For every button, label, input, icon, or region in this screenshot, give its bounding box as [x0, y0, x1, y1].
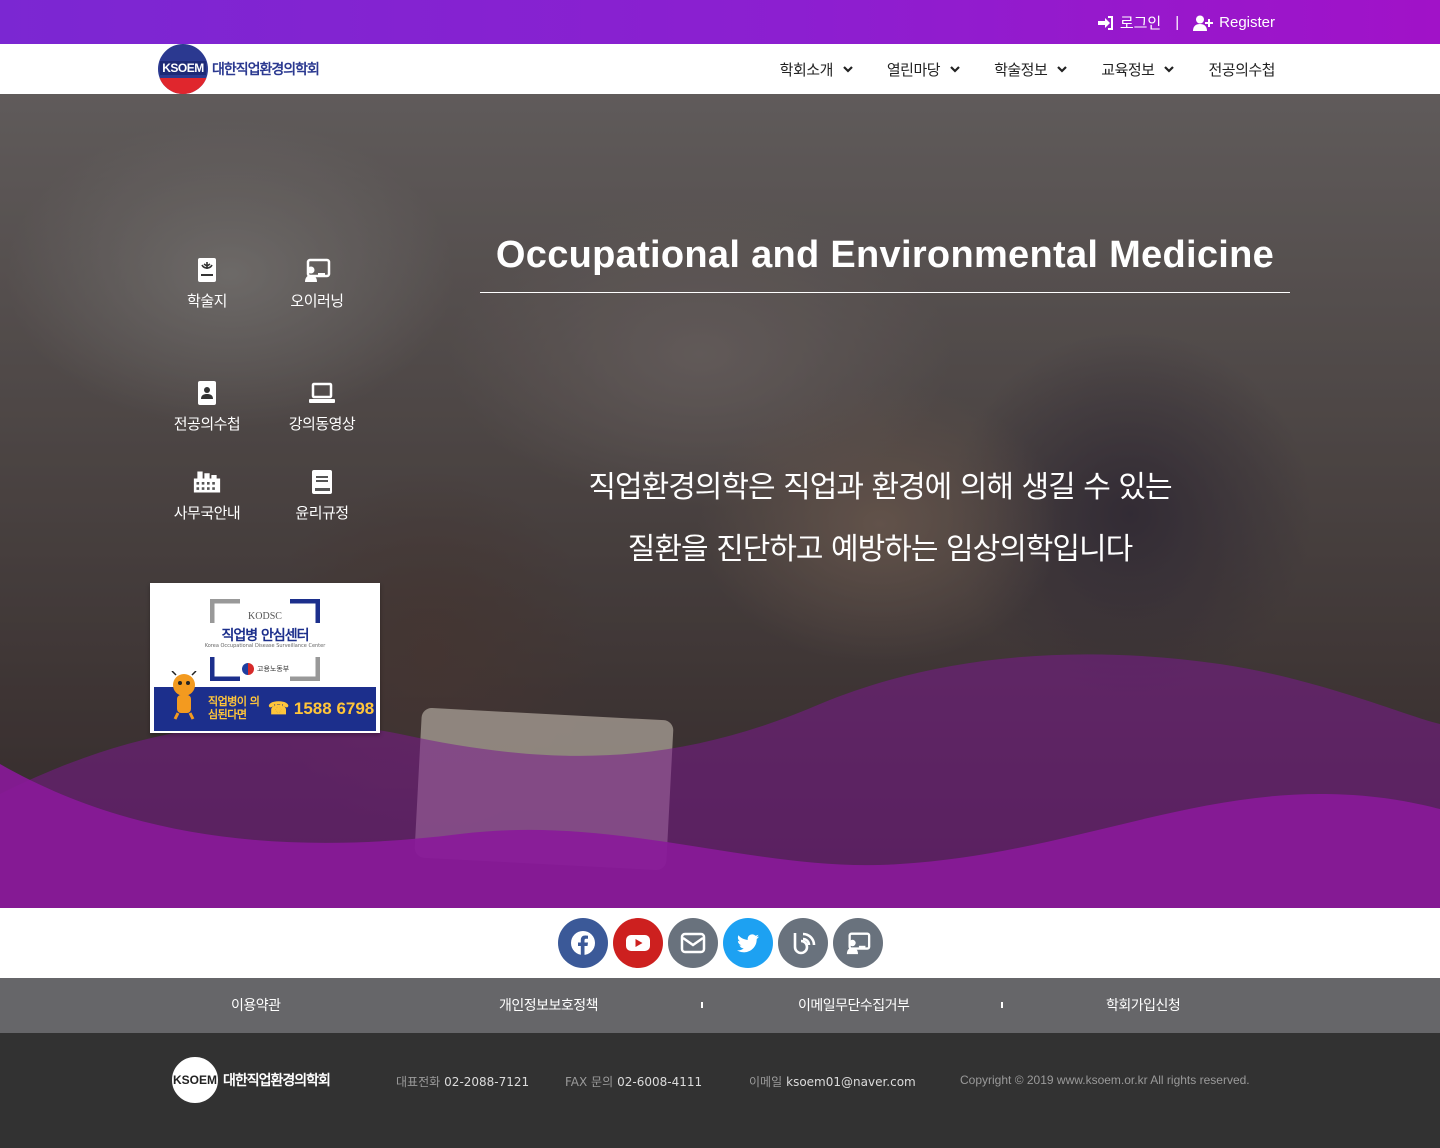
logo-badge-text: KSOEM [160, 61, 206, 75]
quick-link-lecture-videos[interactable]: 강의동영상 [267, 379, 377, 434]
quick-link-resident-handbook[interactable]: 전공의수첩 [152, 379, 262, 434]
phone-label: 대표전화 [396, 1075, 441, 1089]
nav-label: 열린마당 [886, 60, 941, 79]
hero-title: Occupational and Environmental Medicine [495, 234, 1275, 276]
login-label: 로그인 [1119, 15, 1162, 32]
hero-subtitle-line2: 질환을 진단하고 예방하는 임상의학입니다 [627, 532, 1133, 567]
social-bar [0, 908, 1440, 978]
email-collection-refusal-link[interactable]: 이메일무단수집거부 [798, 995, 910, 1015]
banner-subtitle: Korea Occupational Disease Surveillance … [204, 643, 326, 649]
e-learning-button[interactable] [832, 918, 883, 968]
nav-item-resident-handbook[interactable]: 전공의수첩 [1208, 59, 1275, 80]
email-value[interactable]: ksoem01@naver.com [786, 1075, 916, 1089]
nav-label: 교육정보 [1101, 60, 1155, 79]
nav-label: 전공의수첩 [1208, 60, 1275, 79]
banner-title: 직업병 안심센터 [221, 628, 309, 644]
logo-name: 대한직업환경의학회 [212, 62, 320, 78]
youtube-icon [625, 935, 650, 951]
login-link[interactable]: 로그인 [1097, 12, 1162, 33]
footer-logo-name: 대한직업환경의학회 [223, 1073, 331, 1089]
footer-logo-emblem: KSOEM [170, 1055, 220, 1105]
top-separator: | [1175, 14, 1180, 31]
blog-icon [793, 932, 815, 955]
footer-logo[interactable]: KSOEM 대한직업환경의학회 [170, 1055, 331, 1105]
mascot-icon [171, 671, 197, 720]
quick-link-office-guide[interactable]: 사무국안내 [152, 468, 262, 523]
register-link[interactable]: Register [1193, 14, 1275, 31]
twitter-button[interactable] [722, 918, 773, 968]
resident-handbook-icon [198, 381, 216, 405]
email-button[interactable] [667, 918, 718, 968]
membership-application-link[interactable]: 학회가입신청 [1106, 995, 1181, 1015]
terms-link[interactable]: 이용약관 [231, 995, 281, 1015]
taegeuk-icon [242, 663, 254, 675]
site-logo[interactable]: KSOEM 대한직업환경의학회 [158, 44, 320, 94]
chevron-down-icon [1164, 66, 1175, 73]
main-header: KSOEM 대한직업환경의학회 학회소개 열린마당 학술정보 교육정보 전공의수… [0, 44, 1440, 94]
hero-section: Occupational and Environmental Medicine … [0, 94, 1440, 908]
logo-emblem: KSOEM [158, 44, 208, 94]
banner-org: KODSC [248, 611, 282, 622]
e-learning-icon [305, 258, 331, 282]
chevron-down-icon [843, 66, 853, 73]
kodsc-banner[interactable]: KODSC 직업병 안심센터 Korea Occupational Diseas… [150, 583, 380, 733]
facebook-icon [570, 931, 595, 956]
email-icon [680, 932, 705, 954]
chevron-down-icon [950, 66, 960, 73]
user-plus-icon [1193, 15, 1214, 31]
banner-ministry: 고용노동부 [242, 663, 289, 675]
nav-item-about[interactable]: 학회소개 [780, 59, 853, 80]
privacy-policy-link[interactable]: 개인정보보호정책 [499, 995, 599, 1015]
banner-phone: ☎ 1588 6798 [268, 699, 375, 718]
quick-link-label: 윤리규정 [295, 504, 349, 522]
nav-item-open-forum[interactable]: 열린마당 [887, 59, 960, 80]
quick-link-ethics-code[interactable]: 윤리규정 [267, 468, 377, 523]
quick-link-e-learning[interactable]: 오이러닝 [262, 256, 372, 311]
top-links: 로그인 | Register [1097, 12, 1275, 33]
quick-link-journal[interactable]: 학술지 [152, 256, 262, 311]
login-icon [1097, 15, 1113, 30]
footer-link-separator [701, 1002, 703, 1008]
blog-button[interactable] [777, 918, 828, 968]
main-nav: 학회소개 열린마당 학술정보 교육정보 전공의수첩 [780, 44, 1276, 94]
quick-link-label: 사무국안내 [173, 504, 241, 522]
quick-link-label: 학술지 [187, 292, 227, 310]
top-bar: 로그인 | Register [0, 0, 1440, 44]
journal-icon [198, 258, 216, 282]
footer-link-separator [1001, 1002, 1003, 1008]
nav-item-academic-info[interactable]: 학술정보 [994, 59, 1068, 80]
book-icon [312, 470, 332, 494]
nav-item-education-info[interactable]: 교육정보 [1101, 59, 1175, 80]
quick-link-label: 오이러닝 [290, 292, 344, 310]
quick-link-label: 전공의수첩 [173, 415, 241, 433]
quick-link-label: 강의동영상 [288, 415, 356, 433]
hero-divider [480, 292, 1290, 293]
footer-email: 이메일 ksoem01@naver.com [749, 1073, 916, 1090]
fax-label: FAX 문의 [565, 1075, 614, 1089]
footer-phone: 대표전화 02-2088-7121 [396, 1073, 529, 1090]
register-label: Register [1219, 14, 1275, 31]
fax-value: 02-6008-4111 [617, 1075, 703, 1089]
banner-cta: 직업병이 의심된다면 [208, 695, 260, 721]
facebook-button[interactable] [557, 918, 608, 968]
hero-subtitle-line1: 직업환경의학은 직업과 환경에 의해 생길 수 있는 [588, 470, 1172, 505]
footer-fax: FAX 문의 02-6008-4111 [565, 1073, 702, 1090]
nav-label: 학회소개 [779, 60, 834, 79]
copyright: Copyright © 2019 www.ksoem.or.kr All rig… [960, 1073, 1250, 1087]
phone-value: 02-2088-7121 [444, 1075, 530, 1089]
footer-logo-badge-text: KSOEM [173, 1073, 218, 1087]
twitter-icon [736, 934, 759, 953]
youtube-button[interactable] [612, 918, 663, 968]
footer-links: 이용약관 개인정보보호정책 이메일무단수집거부 학회가입신청 [0, 978, 1440, 1033]
nav-label: 학술정보 [994, 60, 1048, 79]
chevron-down-icon [1057, 66, 1068, 73]
site-footer: KSOEM 대한직업환경의학회 대표전화 02-2088-7121 FAX 문의 0… [0, 1033, 1440, 1148]
e-learning-icon [846, 932, 870, 955]
building-icon [193, 471, 221, 493]
email-label: 이메일 [749, 1075, 783, 1089]
laptop-icon [309, 382, 335, 403]
